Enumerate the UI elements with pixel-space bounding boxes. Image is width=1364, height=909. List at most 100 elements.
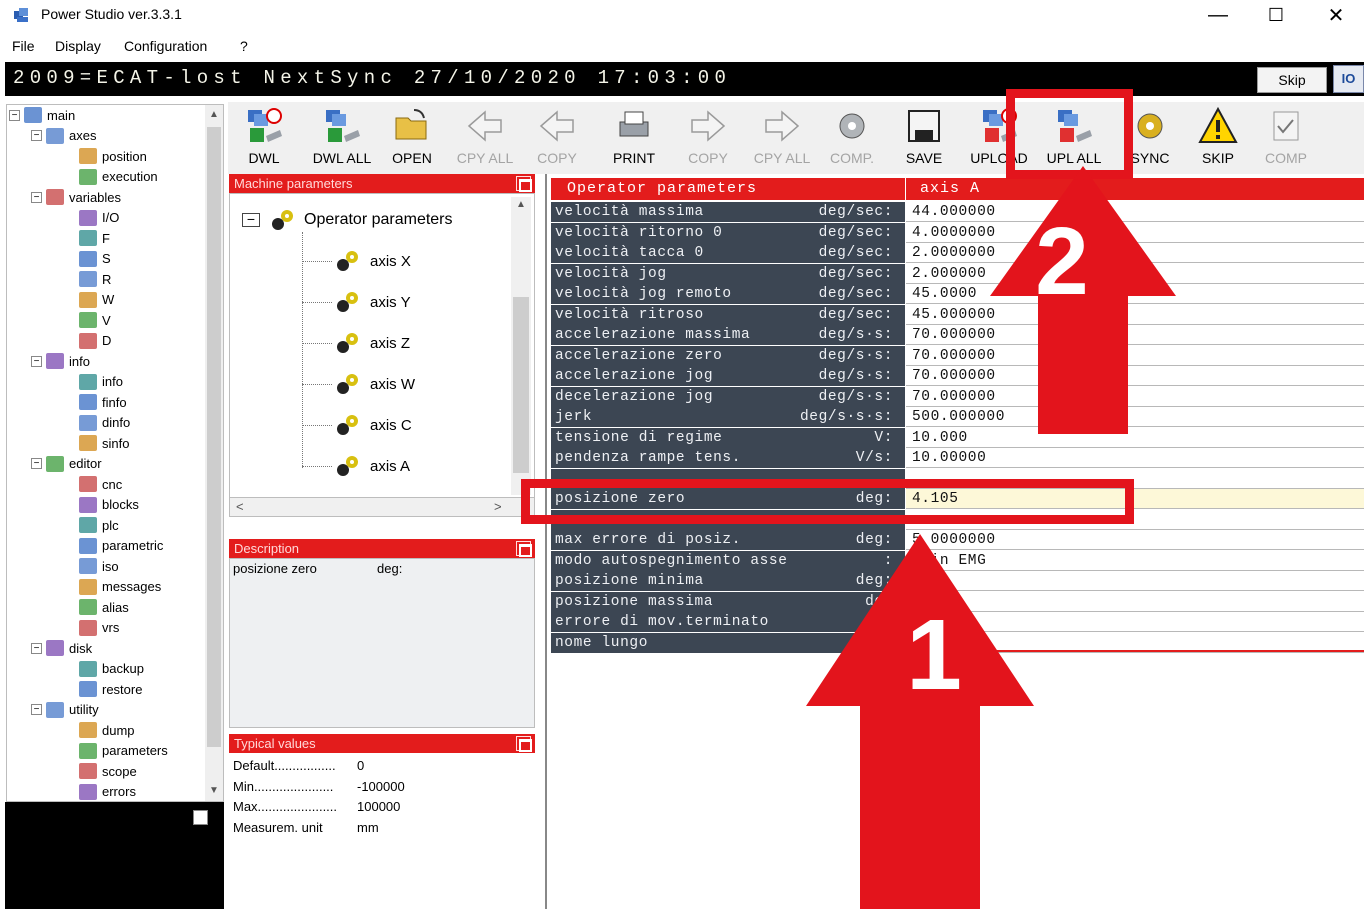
tree-node-axis-z[interactable]: axis Z — [302, 331, 410, 355]
close-button[interactable]: ✕ — [1313, 0, 1359, 30]
tree-item-r[interactable]: R — [79, 269, 111, 289]
tree-item-w[interactable]: W — [79, 290, 114, 310]
tree-item-iso[interactable]: iso — [79, 556, 119, 576]
f-icon — [79, 230, 97, 246]
tree-item-v[interactable]: V — [79, 310, 111, 330]
param-name-cell: velocità jog deg/sec: — [551, 263, 905, 284]
scroll-up-icon[interactable]: ▲ — [209, 109, 219, 120]
toolbar-button-print-5[interactable]: PRINT — [606, 102, 662, 174]
description-close-icon[interactable] — [516, 541, 532, 557]
tree-item-i-o[interactable]: I/O — [79, 208, 119, 228]
tree-item-blocks[interactable]: blocks — [79, 495, 139, 515]
tree-item-parametric[interactable]: parametric — [79, 536, 163, 556]
typical-values-title: Typical values — [234, 736, 316, 751]
toolbar-button-skip-13[interactable]: SKIP — [1190, 102, 1246, 174]
param-value-cell[interactable]: 10.00000 — [906, 448, 1364, 468]
output-area — [5, 802, 224, 909]
minimize-button[interactable]: — — [1195, 0, 1241, 30]
tree-item-vrs[interactable]: vrs — [79, 618, 119, 638]
toolbar-button-label: COMP. — [829, 150, 875, 166]
maximize-button[interactable]: ☐ — [1253, 0, 1299, 30]
tree-item-execution[interactable]: execution — [79, 167, 158, 187]
menu-configuration[interactable]: Configuration — [124, 38, 207, 54]
panel-close-icon[interactable] — [516, 176, 532, 192]
tree-item-plc[interactable]: plc — [79, 515, 119, 535]
collapse-icon[interactable]: − — [242, 212, 260, 227]
param-name: velocità tacca 0 — [555, 245, 704, 261]
tree-item-label: sinfo — [102, 435, 130, 451]
tree-item-d[interactable]: D — [79, 331, 111, 351]
tree-collapse-icon[interactable]: − — [31, 355, 42, 367]
tree-node-axis-c[interactable]: axis C — [302, 413, 412, 437]
skip-button[interactable]: Skip — [1257, 67, 1327, 93]
toolbar-button-cpy-all-3[interactable]: CPY ALL — [452, 102, 518, 174]
utility-icon — [46, 701, 64, 718]
tree-node-axis-x[interactable]: axis X — [302, 249, 411, 273]
machine-params-hscroll[interactable]: < > — [229, 497, 535, 517]
menu-help[interactable]: ? — [240, 38, 248, 54]
param-unit: deg/s·s·s: — [799, 409, 893, 425]
typical-close-icon[interactable] — [516, 736, 532, 752]
tree-item-alias[interactable]: alias — [79, 597, 129, 617]
toolbar-button-copy-6[interactable]: COPY — [680, 102, 736, 174]
tree-item-cnc[interactable]: cnc — [79, 474, 122, 494]
scroll-down-icon[interactable]: ▼ — [209, 785, 219, 796]
axis-label: axis Y — [370, 293, 411, 311]
tree-item-position[interactable]: position — [79, 146, 147, 166]
tree-item-parameters[interactable]: parameters — [79, 741, 168, 761]
title-bar: Power Studio ver.3.3.1 — ☐ ✕ — [0, 0, 1364, 32]
tree-item-label: errors — [102, 784, 136, 799]
tree-node-axis-w[interactable]: axis W — [302, 372, 415, 396]
tree-item-label: W — [102, 292, 115, 307]
typical-row: Default................. 0 — [233, 758, 533, 778]
tree-item-editor[interactable]: − editor — [31, 454, 102, 474]
tree-node-operator-parameters[interactable]: − Operator parameters — [242, 208, 453, 232]
status-bar: 2009=ECAT-lost NextSync 27/10/2020 17:03… — [5, 62, 1364, 96]
toolbar-button-cpy-all-7[interactable]: CPY ALL — [744, 102, 820, 174]
output-checkbox[interactable] — [193, 810, 208, 825]
tree-scroll-thumb[interactable] — [207, 127, 221, 747]
tree-item-main[interactable]: − main — [9, 105, 75, 125]
menu-file[interactable]: File — [12, 38, 35, 54]
tree-item-messages[interactable]: messages — [79, 577, 161, 597]
tree-item-backup[interactable]: backup — [79, 659, 144, 679]
toolbar-button-comp--8[interactable]: COMP. — [820, 102, 884, 174]
toolbar-button-dwl-all-1[interactable]: DWL ALL — [300, 102, 384, 174]
tree-item-label: plc — [102, 517, 119, 533]
tree-node-axis-y[interactable]: axis Y — [302, 290, 411, 314]
tree-item-utility[interactable]: − utility — [31, 700, 99, 720]
tree-item-info[interactable]: info — [79, 372, 123, 392]
tree-item-f[interactable]: F — [79, 228, 110, 248]
copy-all-left-icon — [467, 110, 502, 142]
tree-scrollbar[interactable]: ▲ ▼ — [205, 105, 223, 801]
tree-item-s[interactable]: S — [79, 249, 111, 269]
tree-collapse-icon[interactable]: − — [31, 458, 42, 469]
tree-item-scope[interactable]: scope — [79, 761, 137, 781]
tree-item-variables[interactable]: − variables — [31, 187, 121, 207]
tree-collapse-icon[interactable]: − — [9, 109, 20, 121]
menu-display[interactable]: Display — [55, 38, 101, 54]
tree-item-errors[interactable]: errors — [79, 782, 136, 802]
toolbar-button-save-9[interactable]: SAVE — [896, 102, 952, 174]
tree-item-finfo[interactable]: finfo — [79, 392, 127, 412]
tree-collapse-icon[interactable]: − — [31, 704, 42, 715]
tree-item-axes[interactable]: − axes — [31, 126, 96, 146]
machine-params-vscroll[interactable]: ▲ — [511, 197, 531, 495]
tree-item-sinfo[interactable]: sinfo — [79, 433, 129, 453]
tree-item-restore[interactable]: restore — [79, 679, 142, 699]
tree-collapse-icon[interactable]: − — [31, 642, 42, 654]
toolbar-button-copy-4[interactable]: COPY — [526, 102, 588, 174]
tree-item-dump[interactable]: dump — [79, 720, 135, 740]
toolbar-button-comp-14[interactable]: COMP — [1258, 102, 1314, 174]
io-status-icon[interactable]: IO — [1333, 65, 1364, 93]
tree-collapse-icon[interactable]: − — [31, 191, 42, 203]
tree-item-dinfo[interactable]: dinfo — [79, 413, 130, 433]
tree-node-axis-a[interactable]: axis A — [302, 454, 410, 478]
param-name-cell: velocità massima deg/sec: — [551, 202, 905, 222]
tree-item-info[interactable]: − info — [31, 351, 90, 371]
d-icon — [79, 332, 97, 349]
tree-item-disk[interactable]: − disk — [31, 638, 92, 658]
tree-collapse-icon[interactable]: − — [31, 130, 42, 141]
toolbar-button-open-2[interactable]: OPEN — [384, 102, 440, 174]
toolbar-button-dwl-0[interactable]: DWL — [238, 102, 290, 174]
